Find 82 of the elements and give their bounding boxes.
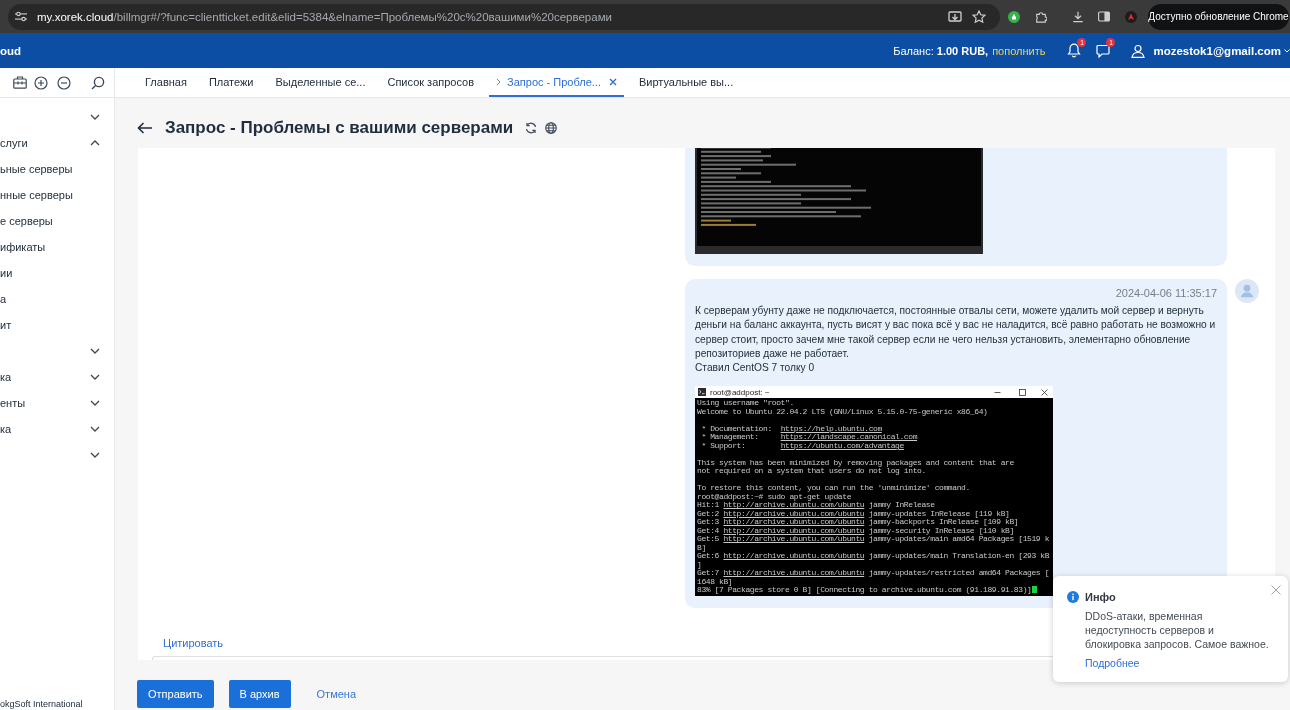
copyright-text: okgSoft International [0, 699, 84, 710]
terminal-line: Get:6 http://archive.ubuntu.com/ubuntu jammy-updates/main Translation-en [293 kB [697, 552, 1050, 561]
sidebar-item[interactable]: е серверы [0, 208, 53, 234]
terminal-line: 1648 kB] [697, 578, 733, 586]
terminal-app-icon [698, 388, 706, 397]
site-info-icon[interactable] [15, 11, 27, 22]
globe-icon[interactable] [545, 122, 558, 134]
terminal-line: Using username "root". [697, 399, 794, 408]
sidebar-item[interactable]: нные серверы [0, 182, 73, 208]
top-up-link[interactable]: пополнить [992, 44, 1046, 57]
sidebar-item[interactable]: енты [0, 390, 114, 416]
balance-text: Баланс: 1.00 RUB, [893, 44, 989, 57]
close-icon [1041, 389, 1048, 396]
update-chrome-button[interactable]: Доступно обновление Chrome [1148, 3, 1289, 30]
terminal-line: not required on a system that users do not log into. [697, 467, 926, 476]
message-text: Ставил CentOS 7 толку 0 [695, 361, 816, 376]
page-title: Запрос - Проблемы с вашими серверами [165, 118, 514, 138]
sidebar-item[interactable]: ии [0, 260, 13, 286]
sidebar-item[interactable]: слуги [0, 130, 114, 156]
terminal-line: Get:4 http://archive.ubuntu.com/ubuntu jammy-security InRelease [110 kB] [697, 527, 1014, 535]
quote-link[interactable]: Цитировать [163, 636, 224, 650]
chat-icon [1096, 43, 1111, 58]
plus-circle-icon[interactable] [34, 75, 48, 90]
terminal-line: Hit:1 http://archive.ubuntu.com/ubuntu jammy InRelease [697, 501, 935, 510]
action-button[interactable]: Отправить [137, 680, 214, 708]
close-icon[interactable] [608, 77, 617, 86]
terminal-line: Get:7 http://archive.ubuntu.com/ubuntu jammy-updates/restricted amd64 Packages [ [697, 569, 1050, 578]
terminal-line: root@addpost:~# sudo apt-get update [697, 493, 852, 501]
terminal-line: Welcome to Ubuntu 22.04.2 LTS (GNU/Linux 5.15.0-75-generic x86_64) [697, 408, 988, 417]
message-time: 2024-04-06 11:35:17 [1115, 286, 1217, 300]
sidebar-item[interactable]: а [0, 286, 7, 312]
tab[interactable]: Запрос - Пробле... [489, 68, 624, 97]
terminal-line: To restore this content, you can run the 'unminimize' command. [697, 484, 970, 493]
terminal-line: This system has been minimized by removing packages and content that are [697, 459, 1014, 467]
install-app-icon[interactable] [948, 9, 962, 24]
terminal-line: * Support: https://ubuntu.com/advantage [700, 442, 904, 451]
terminal-line: * Documentation: https://help.ubuntu.com [700, 425, 882, 433]
action-button[interactable]: В архив [228, 680, 291, 708]
cancel-link[interactable]: Отмена [305, 680, 356, 708]
tab[interactable]: Главная [138, 68, 194, 97]
sidebar-item[interactable]: ификаты [0, 234, 46, 260]
terminal-line: Get:2 http://archive.ubuntu.com/ubuntu jammy-updates InRelease [119 kB] [697, 510, 1010, 518]
bell-icon [1067, 43, 1082, 58]
puzzle-icon[interactable] [1035, 10, 1047, 23]
download-icon[interactable] [1072, 10, 1084, 23]
terminal-line: Get:3 http://archive.ubuntu.com/ubuntu jammy-backports InRelease [109 kB] [697, 518, 1019, 527]
tab[interactable]: Платежи [201, 68, 261, 97]
sidebar-item[interactable]: ка [0, 416, 114, 442]
terminal-line: B] [697, 544, 706, 552]
address-bar[interactable]: my.xorek.cloud/billmgr#/?func=clientticket.edit&elid=5384&elname=Проблемы%20c%20вашими%20серверами [8, 3, 1000, 30]
message-text: К серверам убунту даже не подключается, постоянные отвалы сети, можете удалить мой сервер и вернуть деньги на баланс аккаунта, пусть висят у вас пока всё у вас не наладится, всё равно работать не возможно и сервер стоит, просто зачем мне такой сервер если не чего нельзя установить, элементарно обновление репозиториев даже не работает. [695, 304, 1217, 361]
terminal-line: 83% [7 Packages store 0 B] [Connecting to archive.ubuntu.com (91.189.91.83)] [697, 586, 1037, 595]
sidebar-item[interactable]: ит [0, 312, 12, 338]
caret-icon [1284, 48, 1290, 53]
info-icon [1067, 591, 1079, 603]
refresh-icon[interactable] [525, 122, 538, 134]
search-icon[interactable] [91, 75, 105, 90]
more-link[interactable]: Подробнее [1085, 657, 1140, 669]
minimize-icon [994, 389, 1001, 396]
terminal-title: root@addpost: ~ [710, 388, 770, 397]
user-menu-button[interactable]: mozestok1@gmail.com [1131, 43, 1290, 58]
star-icon[interactable] [972, 9, 986, 24]
tab[interactable]: Список запросов [380, 68, 482, 97]
tab[interactable]: Выделенные се... [268, 68, 373, 97]
user-icon [1131, 43, 1146, 58]
minus-circle-icon[interactable] [57, 75, 71, 90]
toast-title: Инфо [1085, 591, 1116, 603]
terminal-screenshot[interactable] [695, 386, 1053, 596]
back-arrow-icon[interactable] [137, 122, 153, 134]
sidebar-item[interactable]: ьные серверы [0, 156, 73, 182]
close-icon[interactable] [1271, 585, 1281, 595]
terminal-line: * Management: https://landscape.canonical.com [700, 433, 918, 442]
tab[interactable]: Виртуальные вы... [631, 68, 741, 97]
terminal-line: ] [697, 561, 702, 569]
sidebar-item[interactable]: ка [0, 364, 114, 390]
side-panel-icon[interactable] [1098, 11, 1110, 22]
extension-icon[interactable] [1008, 10, 1020, 23]
toast-text: DDoS-атаки, временная недоступность серверов и блокировка запросов. Самое важное. [1085, 609, 1270, 651]
brand-name: oud [0, 44, 22, 57]
maximize-icon [1019, 389, 1026, 396]
terminal-line: Get:5 http://archive.ubuntu.com/ubuntu jammy-updates/main amd64 Packages [1519 k [697, 535, 1050, 544]
briefcase-icon[interactable] [13, 76, 27, 89]
